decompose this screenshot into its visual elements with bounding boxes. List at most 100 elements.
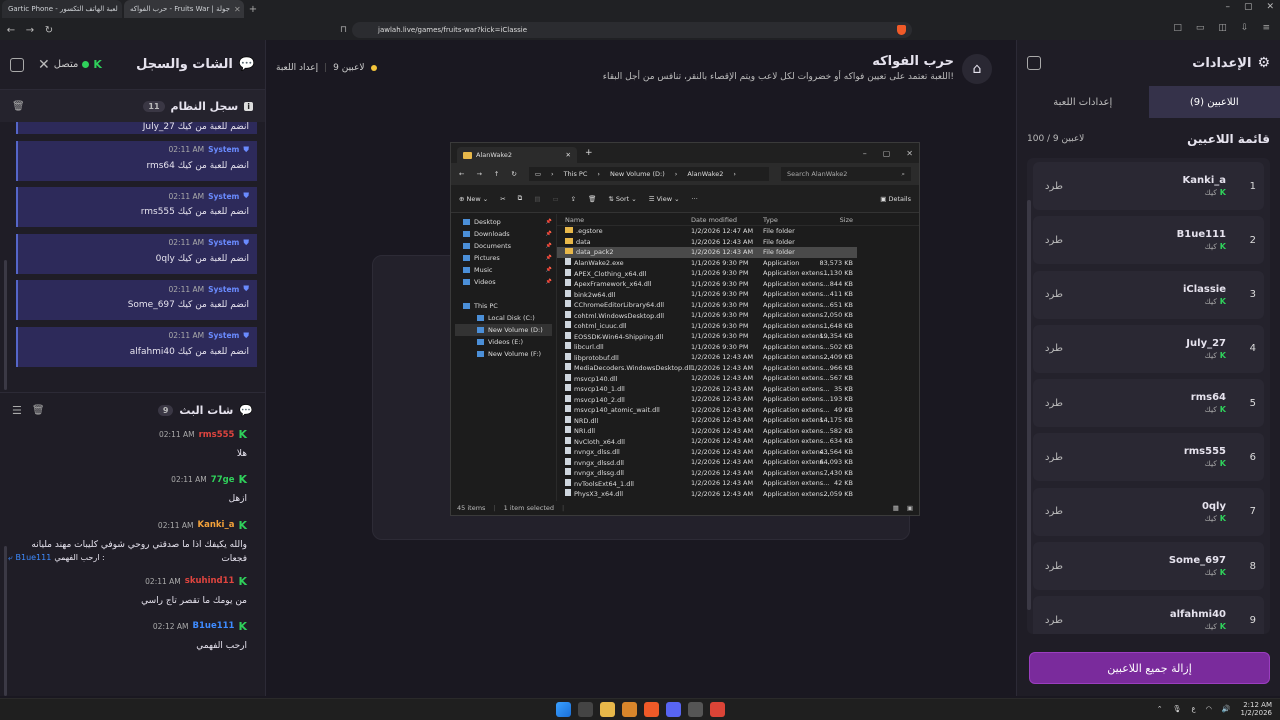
minimize-icon[interactable]: –	[1225, 2, 1230, 12]
file-row[interactable]: APEX_Clothing_x64.dll 1/1/2026 9:30 PM App…	[557, 268, 919, 279]
brave-shield-icon[interactable]	[897, 25, 906, 35]
file-row[interactable]: cohtml_icuuc.dll 1/1/2026 9:30 PM Applicat…	[557, 321, 919, 332]
home-button[interactable]: ⌂	[962, 54, 992, 84]
browser-tab-gartic[interactable]: Gartic Phone - لعبة الهاتف التكسور	[2, 0, 122, 18]
close-window-icon[interactable]: ✕	[1266, 2, 1274, 12]
list-view-icon[interactable]: ▦	[893, 504, 899, 512]
kick-player-button[interactable]: طرد	[1045, 561, 1063, 572]
cut-icon[interactable]: ✂	[500, 195, 505, 203]
kick-player-button[interactable]: طرد	[1045, 181, 1063, 192]
mention-name[interactable]: B1ue111	[15, 553, 51, 562]
more-icon[interactable]: ···	[692, 195, 698, 203]
message-author[interactable]: rms555	[199, 430, 235, 440]
language-indicator[interactable]: ع	[1192, 705, 1196, 713]
wallet-icon[interactable]: ◫	[1218, 23, 1227, 33]
file-row[interactable]: data 1/2/2026 12:43 AM File folder	[557, 237, 919, 248]
file-row[interactable]: data_pack2 1/2/2026 12:43 AM File folder	[557, 247, 857, 258]
tab-game-settings[interactable]: إعدادات اللعبة	[1017, 86, 1149, 118]
column-date[interactable]: Date modified	[687, 216, 759, 224]
kick-player-button[interactable]: طرد	[1045, 506, 1063, 517]
file-row[interactable]: nvngx_dlssg.dll 1/2/2026 12:43 AM Applicat…	[557, 468, 919, 479]
explorer-nav-item[interactable]: New Volume (F:)	[455, 348, 552, 360]
file-row[interactable]: CChromeEditorLibrary64.dll 1/1/2026 9:30 …	[557, 300, 919, 311]
file-row[interactable]: msvcp140.dll 1/2/2026 12:43 AM Application…	[557, 373, 919, 384]
file-row[interactable]: NvCloth_x64.dll 1/2/2026 12:43 AM Applicat…	[557, 436, 919, 447]
reload-icon[interactable]: ↻	[41, 25, 57, 36]
explorer-nav-item[interactable]: Desktop 📌	[455, 216, 552, 228]
view-button[interactable]: ☰ View ⌄	[649, 195, 680, 203]
copy-icon[interactable]: ⧉	[518, 194, 523, 203]
close-tab-icon[interactable]: ✕	[234, 5, 241, 14]
chrome-icon[interactable]	[710, 702, 725, 717]
delete-icon[interactable]: 🗑	[588, 195, 596, 203]
remove-all-players-button[interactable]: إزالة جميع اللاعبين	[1029, 652, 1270, 684]
sort-button[interactable]: ⇅ Sort ⌄	[608, 195, 636, 203]
maximize-icon[interactable]: ▢	[883, 149, 891, 158]
start-icon[interactable]	[556, 702, 571, 717]
explorer-nav-item[interactable]: This PC	[455, 300, 552, 312]
address-bar[interactable]: ⊓ jawlah.live/games/fruits-war?kick=iCla…	[340, 22, 912, 38]
minimize-icon[interactable]: –	[863, 149, 867, 158]
wifi-icon[interactable]: ◠	[1206, 705, 1212, 713]
collapse-panel-icon[interactable]	[10, 57, 24, 72]
taskview-icon[interactable]	[578, 702, 593, 717]
new-button[interactable]: ⊕ New ⌄	[459, 195, 488, 203]
kick-player-button[interactable]: طرد	[1045, 452, 1063, 463]
tab-players[interactable]: اللاعبين (9)	[1148, 86, 1280, 118]
close-window-icon[interactable]: ✕	[906, 149, 913, 158]
file-row[interactable]: PhysX3_x64.dll 1/2/2026 12:43 AM Applicati…	[557, 489, 919, 500]
file-row[interactable]: libcurl.dll 1/1/2026 9:30 PM Application e…	[557, 342, 919, 353]
up-icon[interactable]: ↑	[494, 170, 499, 178]
message-author[interactable]: skuhind11	[185, 576, 235, 586]
refresh-icon[interactable]: ↻	[511, 170, 516, 178]
explorer-nav-item[interactable]: Pictures 📌	[455, 252, 552, 264]
clear-chat-trash-icon[interactable]: 🗑	[32, 405, 45, 416]
file-row[interactable]: MediaDecoders.WindowsDesktop.dll 1/2/2026…	[557, 363, 919, 374]
kick-player-button[interactable]: طرد	[1045, 235, 1063, 246]
file-row[interactable]: NRD.dll 1/2/2026 12:43 AM Application exte…	[557, 415, 919, 426]
file-row[interactable]: nvngx_dlssd.dll 1/2/2026 12:43 AM Applicat…	[557, 457, 919, 468]
explorer-nav-item[interactable]: Downloads 📌	[455, 228, 552, 240]
explorer-nav-item[interactable]: Documents 📌	[455, 240, 552, 252]
explorer-nav-item[interactable]: Local Disk (C:)	[455, 312, 552, 324]
back-icon[interactable]: ←	[459, 170, 464, 178]
explorer-address-bar[interactable]: ▭ › This PC › New Volume (D:) › AlanWake…	[528, 167, 769, 181]
new-tab-icon[interactable]: +	[585, 148, 593, 158]
extension-icon[interactable]: □	[1173, 23, 1182, 33]
file-row[interactable]: AlanWake2.exe 1/1/2026 9:30 PM Application…	[557, 258, 919, 269]
close-tab-icon[interactable]: ✕	[566, 151, 571, 159]
paste-icon[interactable]: ▤	[534, 195, 540, 203]
game-settings-link[interactable]: إعداد اللعبة	[276, 63, 318, 73]
players-scrollbar[interactable]	[1027, 200, 1031, 610]
download-icon[interactable]: ⇩	[1241, 23, 1249, 33]
file-row[interactable]: ApexFramework_x64.dll 1/1/2026 9:30 PM App…	[557, 279, 919, 290]
collapse-settings-icon[interactable]	[1027, 56, 1041, 70]
forward-icon[interactable]: →	[22, 25, 38, 36]
column-type[interactable]: Type	[759, 216, 819, 224]
explorer-search[interactable]: Search AlanWake2 ⌕	[781, 167, 911, 181]
column-size[interactable]: Size	[819, 216, 857, 224]
rename-icon[interactable]: ▭	[552, 195, 558, 203]
file-row[interactable]: .egstore 1/2/2026 12:47 AM File folder	[557, 226, 919, 237]
filter-icon[interactable]: ☰	[12, 404, 22, 417]
message-author[interactable]: 77ge	[211, 475, 235, 485]
back-icon[interactable]: ←	[3, 25, 19, 36]
chevron-up-icon[interactable]: ⌃	[1157, 705, 1163, 713]
explorer-tab[interactable]: AlanWake2 ✕	[457, 147, 577, 163]
new-tab-icon[interactable]: +	[246, 0, 260, 18]
menu-icon[interactable]: ≡	[1262, 23, 1270, 33]
breadcrumb-item[interactable]: This PC	[564, 170, 588, 178]
file-row[interactable]: nvToolsExt64_1.dll 1/2/2026 12:43 AM Appli…	[557, 478, 919, 489]
explorer-nav-item[interactable]: Videos (E:)	[455, 336, 552, 348]
file-row[interactable]: cohtml.WindowsDesktop.dll 1/1/2026 9:30 P…	[557, 310, 919, 321]
mic-icon[interactable]: 🎙	[1173, 705, 1182, 713]
file-row[interactable]: msvcp140_1.dll 1/2/2026 12:43 AM Applicati…	[557, 384, 919, 395]
details-button[interactable]: ▣ Details	[880, 195, 911, 203]
forward-icon[interactable]: →	[476, 170, 481, 178]
share-icon[interactable]: ⇪	[571, 195, 576, 203]
file-row[interactable]: EOSSDK-Win64-Shipping.dll 1/1/2026 9:30 P…	[557, 331, 919, 342]
file-explorer-icon[interactable]	[600, 702, 615, 717]
message-author[interactable]: Kanki_a	[198, 520, 235, 530]
volume-icon[interactable]: 🔊	[1222, 705, 1231, 713]
breadcrumb-item[interactable]: New Volume (D:)	[610, 170, 665, 178]
